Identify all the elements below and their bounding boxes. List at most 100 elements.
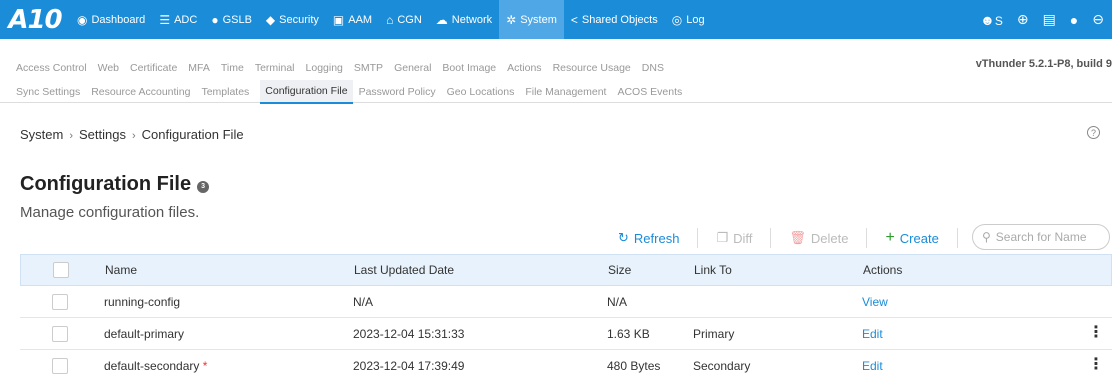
nav-system[interactable]: ✲ System (499, 0, 564, 39)
breadcrumb-settings[interactable]: Settings (79, 127, 126, 142)
table-header: Name Last Updated Date Size Link To Acti… (20, 254, 1112, 286)
submenu-mfa[interactable]: MFA (188, 62, 210, 74)
row-size: N/A (607, 294, 628, 309)
submenu-file-management[interactable]: File Management (525, 86, 606, 98)
submenu-general[interactable]: General (394, 62, 431, 74)
submenu-web[interactable]: Web (98, 62, 119, 74)
help-circle-icon[interactable]: ● (1070, 12, 1078, 28)
nav-log[interactable]: ◎ Log (665, 0, 712, 39)
globe-icon: ● (211, 12, 219, 27)
submenu-boot-image[interactable]: Boot Image (442, 62, 496, 74)
edit-link[interactable]: Edit (862, 359, 883, 373)
server-icon: ☰ (159, 12, 171, 27)
a10-logo[interactable]: A10 (0, 0, 70, 39)
row-link: Secondary (693, 358, 751, 373)
shield-icon: ◆ (265, 12, 276, 27)
row-name: default-primary (104, 326, 185, 341)
modified-asterisk: * (202, 358, 208, 373)
submenu-resource-accounting[interactable]: Resource Accounting (91, 86, 190, 98)
users-icon: ☻ (980, 11, 995, 28)
world-icon[interactable]: ⊕ (1017, 11, 1029, 28)
submenu-smtp[interactable]: SMTP (354, 62, 383, 74)
submenu-logging[interactable]: Logging (306, 62, 343, 74)
header-last-updated[interactable]: Last Updated Date (354, 263, 608, 277)
count-badge: 3 (197, 180, 210, 193)
nav-gslb[interactable]: ● GSLB (204, 0, 259, 39)
diff-button[interactable]: ❐ Diff (698, 228, 770, 248)
row-checkbox[interactable] (52, 293, 68, 310)
copy-icon: ❐ (716, 230, 729, 245)
table-row: default-primary 2023-12-04 15:31:33 1.63… (20, 318, 1112, 350)
row-name: running-config (104, 294, 181, 309)
select-all-checkbox[interactable] (53, 262, 69, 278)
submenu-configuration-file[interactable]: Configuration File (260, 79, 353, 104)
search-box: ⚲ (972, 224, 1110, 250)
search-icon: ⚲ (982, 230, 991, 244)
nav-cgn[interactable]: ⌂ CGN (379, 0, 429, 39)
row-link: Primary (693, 326, 735, 341)
header-link-to[interactable]: Link To (694, 263, 863, 277)
settings-submenu: Sync Settings Resource Accounting Templa… (0, 79, 1112, 104)
row-checkbox[interactable] (52, 325, 68, 342)
account-icon[interactable]: ⊖ (1092, 11, 1104, 28)
header-name[interactable]: Name (101, 263, 354, 277)
config-file-table: Name Last Updated Date Size Link To Acti… (20, 254, 1112, 379)
nav-security[interactable]: ◆ Security (259, 0, 326, 39)
more-vertical-icon[interactable]: ⋮ (1088, 325, 1104, 341)
refresh-icon: ↻ (618, 230, 629, 245)
submenu-time[interactable]: Time (221, 62, 244, 74)
user-menu[interactable]: ☻S (980, 12, 1003, 28)
row-size: 480 Bytes (607, 358, 661, 373)
nav-shared-objects[interactable]: < Shared Objects (564, 0, 665, 39)
chevron-right-icon: › (69, 130, 74, 142)
nav-adc[interactable]: ☰ ADC (152, 0, 204, 39)
more-vertical-icon[interactable]: ⋮ (1088, 357, 1104, 373)
edit-link[interactable]: Edit (862, 327, 883, 341)
header-actions: Actions (863, 263, 903, 277)
cgn-icon: ⌂ (386, 12, 394, 27)
nav-aam[interactable]: ▣ AAM (326, 0, 379, 39)
submenu-password-policy[interactable]: Password Policy (359, 86, 436, 98)
submenu-access-control[interactable]: Access Control (16, 62, 87, 74)
gauge-icon: ◉ (77, 12, 88, 27)
page-title: Configuration File 3 (20, 173, 210, 196)
submenu-geo-locations[interactable]: Geo Locations (447, 86, 515, 98)
submenu-sync-settings[interactable]: Sync Settings (16, 86, 80, 98)
nav-right-tools: ☻S ⊕ ▤ ● ⊖ (980, 0, 1112, 39)
submenu-resource-usage[interactable]: Resource Usage (553, 62, 631, 74)
nav-dashboard[interactable]: ◉ Dashboard (70, 0, 152, 39)
question-icon[interactable]: ? (1087, 126, 1100, 139)
submenu-dns[interactable]: DNS (642, 62, 664, 74)
submenu-actions[interactable]: Actions (507, 62, 541, 74)
row-date: 2023-12-04 15:31:33 (353, 326, 465, 341)
row-size: 1.63 KB (607, 326, 650, 341)
refresh-button[interactable]: ↻ Refresh (600, 228, 697, 248)
row-name: default-secondary (104, 358, 200, 373)
chevron-right-icon: › (132, 130, 136, 142)
table-row: running-config N/A N/A View (20, 286, 1112, 318)
cloud-icon: ☁ (435, 12, 448, 27)
search-input[interactable] (995, 230, 1096, 244)
delete-button[interactable]: 🗑 Delete (771, 228, 866, 248)
table-toolbar: ↻ Refresh ❐ Diff 🗑 Delete + Create ⚲ (600, 224, 1112, 252)
save-icon[interactable]: ▤ (1043, 11, 1056, 28)
submenu-certificate[interactable]: Certificate (130, 62, 177, 74)
row-checkbox[interactable] (52, 357, 68, 374)
view-link[interactable]: View (862, 295, 888, 309)
submenu-templates[interactable]: Templates (201, 86, 249, 98)
row-date: 2023-12-04 17:39:49 (353, 358, 465, 373)
system-submenu: Access Control Web Certificate MFA Time … (0, 57, 1112, 79)
nav-network[interactable]: ☁ Network (429, 0, 499, 39)
header-size[interactable]: Size (608, 263, 694, 277)
row-date: N/A (353, 294, 374, 309)
create-button[interactable]: + Create (867, 228, 956, 248)
breadcrumb-system[interactable]: System (20, 127, 63, 142)
share-icon: < (570, 12, 578, 27)
submenu-acos-events[interactable]: ACOS Events (617, 86, 682, 98)
page-description: Manage configuration files. (20, 204, 200, 221)
toolbar-divider (956, 228, 958, 248)
version-label: vThunder 5.2.1-P8, build 9 (975, 58, 1112, 70)
main-menu: ◉ Dashboard ☰ ADC ● GSLB ◆ Security ▣ AAM ⌂ CG… (70, 0, 712, 39)
trash-icon: 🗑 (789, 230, 806, 245)
submenu-terminal[interactable]: Terminal (255, 62, 295, 74)
